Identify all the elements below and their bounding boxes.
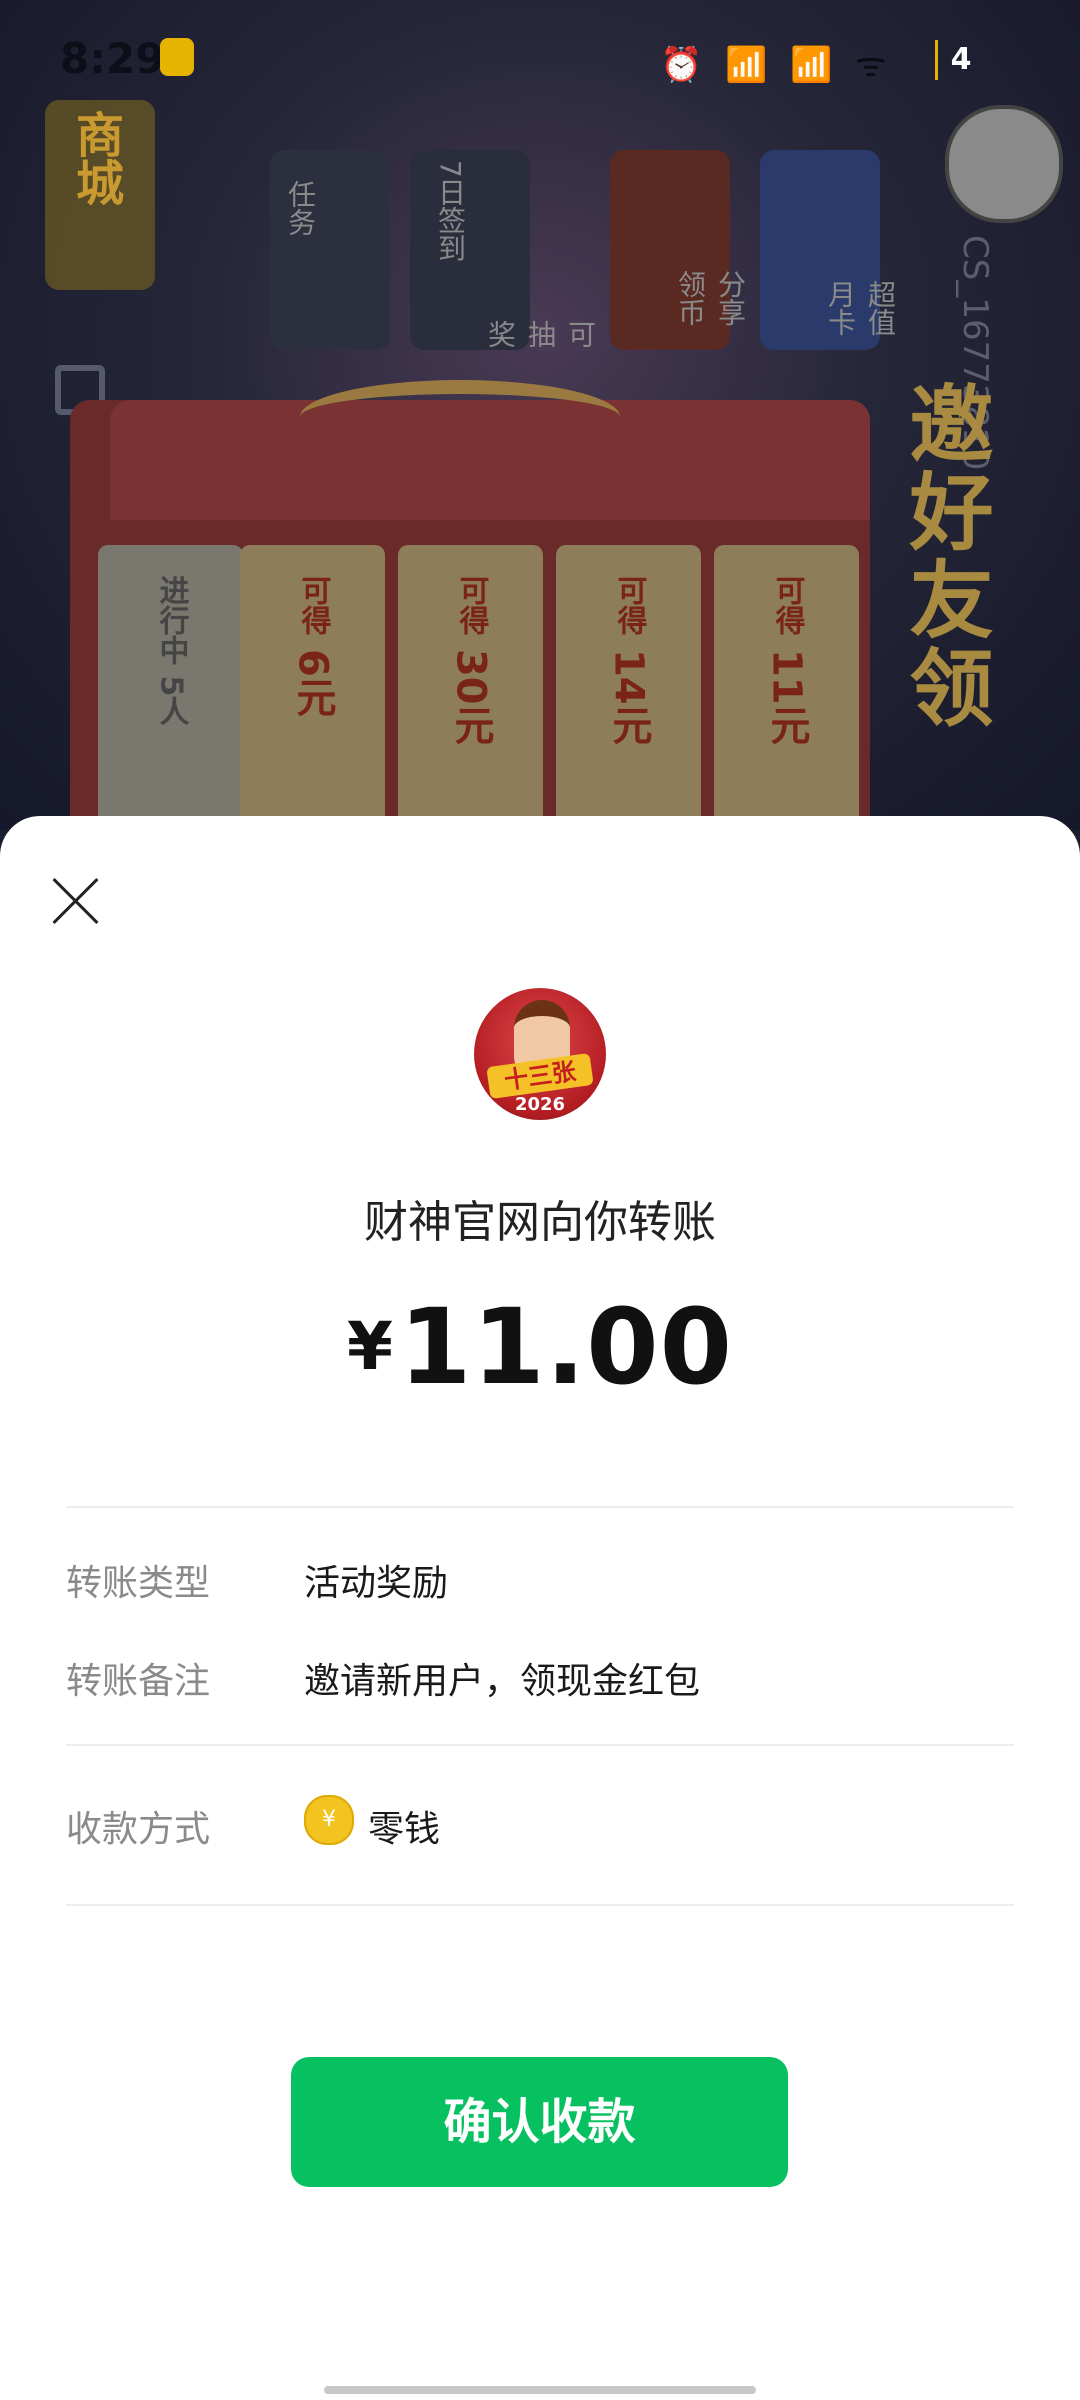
amount-value: 11.00 bbox=[398, 1286, 733, 1408]
invite-title: 邀好友领 bbox=[896, 380, 994, 732]
confirm-receive-button[interactable]: 确认收款 bbox=[291, 2057, 788, 2187]
card-line: 可得 6元 bbox=[289, 575, 336, 717]
lottery-label: 可抽奖 bbox=[484, 320, 597, 348]
transfer-note-label: 转账备注 bbox=[66, 1661, 211, 1702]
payment-method-value[interactable]: 零钱 bbox=[368, 1800, 440, 1852]
divider bbox=[66, 1904, 1014, 1906]
close-icon[interactable] bbox=[50, 876, 100, 926]
card-line: 可得 14元 bbox=[605, 575, 652, 745]
card-line: 可得 11元 bbox=[763, 575, 810, 745]
reward-card[interactable]: 可得 30元 bbox=[398, 545, 543, 830]
signal-wifi-icons: ⏰ 📶 📶 ᯤ bbox=[660, 45, 893, 85]
game-badge-icon bbox=[160, 38, 194, 76]
transfer-sheet: 十三张 2026 财神官网向你转账 ¥11.00 转账类型 活动奖励 转账备注 … bbox=[0, 816, 1080, 2400]
share-label: 分享领币 bbox=[674, 270, 747, 326]
reward-card[interactable]: 可得 11元 bbox=[714, 545, 859, 830]
checkin-label: 7日签到 bbox=[434, 160, 467, 262]
task-button[interactable]: 任务 bbox=[270, 150, 390, 350]
home-indicator[interactable] bbox=[324, 2386, 756, 2394]
avatar[interactable] bbox=[945, 105, 1063, 223]
logo-year: 2026 bbox=[514, 1094, 566, 1115]
transfer-note-value: 邀请新用户，领现金红包 bbox=[304, 1661, 701, 1702]
shop-label: 商城 bbox=[67, 110, 123, 206]
reward-card[interactable]: 进行中 5人 bbox=[98, 545, 243, 830]
share-button[interactable]: 分享领币 bbox=[610, 150, 747, 350]
monthly-card-label: 超值月卡 bbox=[824, 280, 897, 336]
card-line: 可得 30元 bbox=[447, 575, 494, 745]
lottery-button[interactable]: 可抽奖 bbox=[470, 240, 597, 370]
reward-card[interactable]: 可得 14元 bbox=[556, 545, 701, 830]
divider bbox=[66, 1506, 1014, 1508]
coin-icon: ¥ bbox=[304, 1795, 354, 1845]
status-bar: 8:29 ⏰ 📶 📶 ᯤ 4 bbox=[0, 0, 1080, 120]
game-background: 8:29 ⏰ 📶 📶 ᯤ 4 商城 活动 任务 7日签到 可抽奖 分享领币 超值… bbox=[0, 0, 1080, 830]
payer-text: 财神官网向你转账 bbox=[364, 1197, 716, 1248]
payment-method-label: 收款方式 bbox=[66, 1809, 211, 1850]
transfer-type-value: 活动奖励 bbox=[304, 1563, 449, 1604]
amount: ¥11.00 bbox=[0, 1286, 1080, 1408]
divider bbox=[66, 1744, 1014, 1746]
sender-logo: 十三张 2026 bbox=[474, 988, 606, 1120]
reward-card[interactable]: 可得 6元 bbox=[240, 545, 385, 830]
currency-symbol: ¥ bbox=[347, 1308, 393, 1385]
task-label: 任务 bbox=[284, 180, 317, 236]
ribbon-decoration bbox=[300, 380, 620, 454]
monthly-card-button[interactable]: 超值月卡 bbox=[760, 150, 897, 350]
status-time: 8:29 bbox=[60, 34, 165, 83]
card-line: 进行中 5人 bbox=[153, 575, 189, 727]
logo-text: 十三张 bbox=[486, 1052, 594, 1100]
battery-indicator: 4 bbox=[935, 40, 984, 80]
transfer-type-label: 转账类型 bbox=[66, 1563, 211, 1604]
